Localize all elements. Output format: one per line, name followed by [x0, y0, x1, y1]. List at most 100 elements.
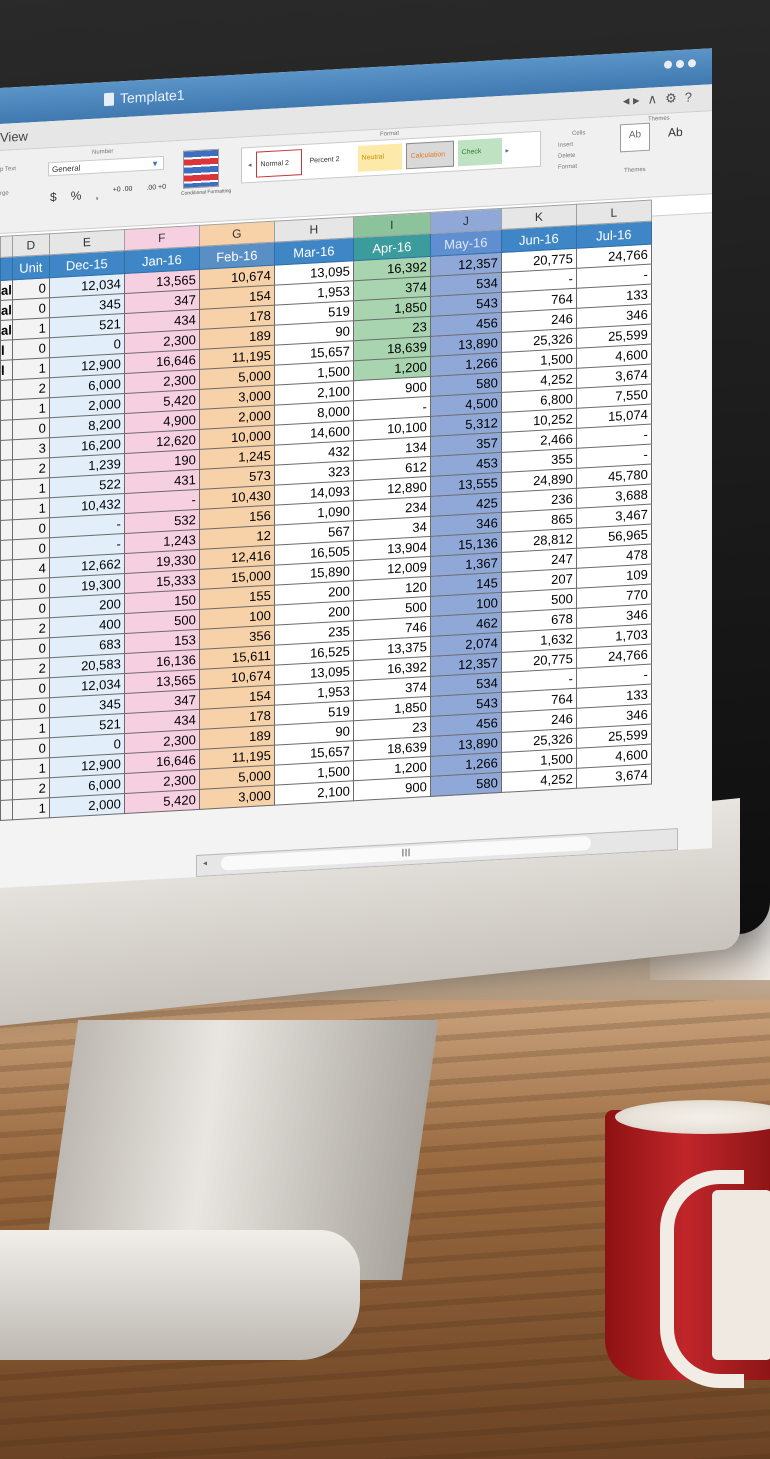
row-stub-cell[interactable]: [0, 479, 13, 501]
table-cell[interactable]: 0: [12, 277, 50, 300]
row-stub-cell[interactable]: [0, 419, 13, 441]
row-stub-cell[interactable]: [0, 539, 13, 561]
row-stub-cell[interactable]: [0, 759, 13, 781]
table-cell[interactable]: 0: [12, 517, 50, 540]
header-cell[interactable]: Unit: [12, 254, 50, 280]
header-stub-cell[interactable]: [0, 256, 13, 281]
scroll-left-icon[interactable]: ◂: [203, 858, 207, 867]
cells-group: Cells Insert Delete Format: [558, 128, 585, 174]
row-stub-cell[interactable]: [0, 639, 13, 661]
row-stub-cell[interactable]: [0, 599, 13, 621]
window-title: Template1: [120, 86, 185, 107]
decrease-decimal-icon[interactable]: .00 +0: [146, 184, 166, 199]
table-cell[interactable]: 1: [12, 477, 50, 500]
table-cell[interactable]: 2: [12, 777, 50, 800]
row-stub-cell[interactable]: [0, 399, 13, 421]
style-percent-2[interactable]: Percent 2: [306, 146, 354, 175]
number-format-select[interactable]: General ▼: [48, 155, 164, 177]
row-stub-cell[interactable]: al: [0, 299, 13, 321]
collapse-ribbon-icon[interactable]: ∧: [648, 91, 658, 108]
table-cell[interactable]: 0: [12, 577, 50, 600]
table-cell[interactable]: 0: [12, 697, 50, 720]
style-neutral[interactable]: Neutral: [357, 143, 402, 173]
table-cell[interactable]: 2,100: [274, 780, 354, 806]
cell-styles-gallery: ◂ Normal 2 Percent 2 Neutral Calculation…: [241, 130, 541, 184]
table-cell[interactable]: 0: [12, 737, 50, 760]
table-cell[interactable]: 1: [12, 717, 50, 740]
table-cell[interactable]: 0: [12, 297, 50, 320]
row-stub-cell[interactable]: [0, 739, 13, 761]
table-cell[interactable]: 1: [12, 797, 50, 820]
window-dot-icon[interactable]: [664, 60, 672, 69]
window-controls[interactable]: [664, 59, 696, 69]
table-cell[interactable]: 0: [12, 677, 50, 700]
row-stub-cell[interactable]: [0, 619, 13, 641]
percent-button[interactable]: %: [71, 188, 82, 203]
style-normal-2[interactable]: Normal 2: [255, 149, 302, 178]
table-cell[interactable]: 1: [12, 757, 50, 780]
table-cell[interactable]: 0: [12, 337, 50, 360]
table-cell[interactable]: 1: [12, 357, 50, 380]
row-stub-cell[interactable]: l: [0, 339, 13, 361]
column-header-d[interactable]: D: [12, 233, 50, 257]
format-button[interactable]: Format: [558, 161, 585, 174]
arrows-icon[interactable]: ◂ ▸: [623, 92, 640, 109]
table-cell[interactable]: 2: [12, 457, 50, 480]
table-cell[interactable]: 4,252: [501, 768, 577, 793]
conditional-formatting-icon[interactable]: [183, 148, 219, 189]
table-cell[interactable]: 2: [12, 377, 50, 400]
currency-button[interactable]: $: [50, 190, 57, 204]
row-stub-cell[interactable]: [0, 719, 13, 741]
style-check[interactable]: Check: [457, 137, 502, 167]
mug-handle: [660, 1170, 744, 1388]
table-cell[interactable]: 2: [12, 657, 50, 680]
table-cell[interactable]: 900: [353, 776, 431, 801]
table-cell[interactable]: 1: [12, 497, 50, 520]
row-stub-cell[interactable]: l: [0, 359, 13, 381]
table-cell[interactable]: 2: [12, 617, 50, 640]
gear-icon[interactable]: ⚙: [665, 90, 677, 107]
row-stub-cell[interactable]: [0, 559, 13, 581]
chevron-right-icon[interactable]: ▸: [506, 147, 510, 155]
row-stub-cell[interactable]: [0, 779, 13, 801]
increase-decimal-icon[interactable]: +0 .00: [113, 186, 133, 201]
row-stub-cell[interactable]: [0, 459, 13, 481]
row-stub-cell[interactable]: [0, 699, 13, 721]
theme-fonts-button[interactable]: Ab: [668, 125, 683, 140]
table-cell[interactable]: 580: [430, 772, 502, 797]
row-stub-cell[interactable]: [0, 439, 13, 461]
menu-view[interactable]: View: [0, 128, 28, 145]
themes-button[interactable]: Ab: [620, 122, 650, 153]
comma-button[interactable]: ,: [95, 187, 98, 201]
window-dot-icon[interactable]: [676, 59, 684, 69]
table-cell[interactable]: 1: [12, 317, 50, 340]
row-stub-cell[interactable]: al: [0, 319, 13, 341]
window-dot-icon[interactable]: [688, 59, 696, 68]
table-cell[interactable]: 4: [12, 557, 50, 580]
table-cell[interactable]: 1: [12, 397, 50, 420]
row-stub-cell[interactable]: [0, 799, 13, 821]
table-cell[interactable]: 3,674: [576, 764, 652, 789]
wrap-text-button[interactable]: p Text: [0, 166, 16, 173]
document-icon: [104, 92, 114, 107]
merge-button[interactable]: rge: [0, 191, 9, 197]
style-calculation[interactable]: Calculation: [405, 140, 454, 170]
row-stub-cell[interactable]: [0, 659, 13, 681]
table-cell[interactable]: 0: [12, 417, 50, 440]
table-cell[interactable]: 3: [12, 437, 50, 460]
table-cell[interactable]: 5,420: [124, 789, 200, 814]
row-stub-cell[interactable]: [0, 519, 13, 541]
table-cell[interactable]: 2,000: [49, 793, 125, 818]
row-stub-cell[interactable]: [0, 499, 13, 521]
row-stub-cell[interactable]: al: [0, 279, 13, 301]
themes-label: Themes: [624, 166, 646, 175]
table-cell[interactable]: 0: [12, 637, 50, 660]
table-cell[interactable]: 3,000: [199, 785, 275, 810]
row-stub-cell[interactable]: [0, 579, 13, 601]
row-stub-cell[interactable]: [0, 679, 13, 701]
help-icon[interactable]: ?: [685, 89, 692, 105]
table-cell[interactable]: 0: [12, 597, 50, 620]
chevron-left-icon[interactable]: ◂: [248, 161, 252, 169]
row-stub-cell[interactable]: [0, 379, 13, 401]
table-cell[interactable]: 0: [12, 537, 50, 560]
